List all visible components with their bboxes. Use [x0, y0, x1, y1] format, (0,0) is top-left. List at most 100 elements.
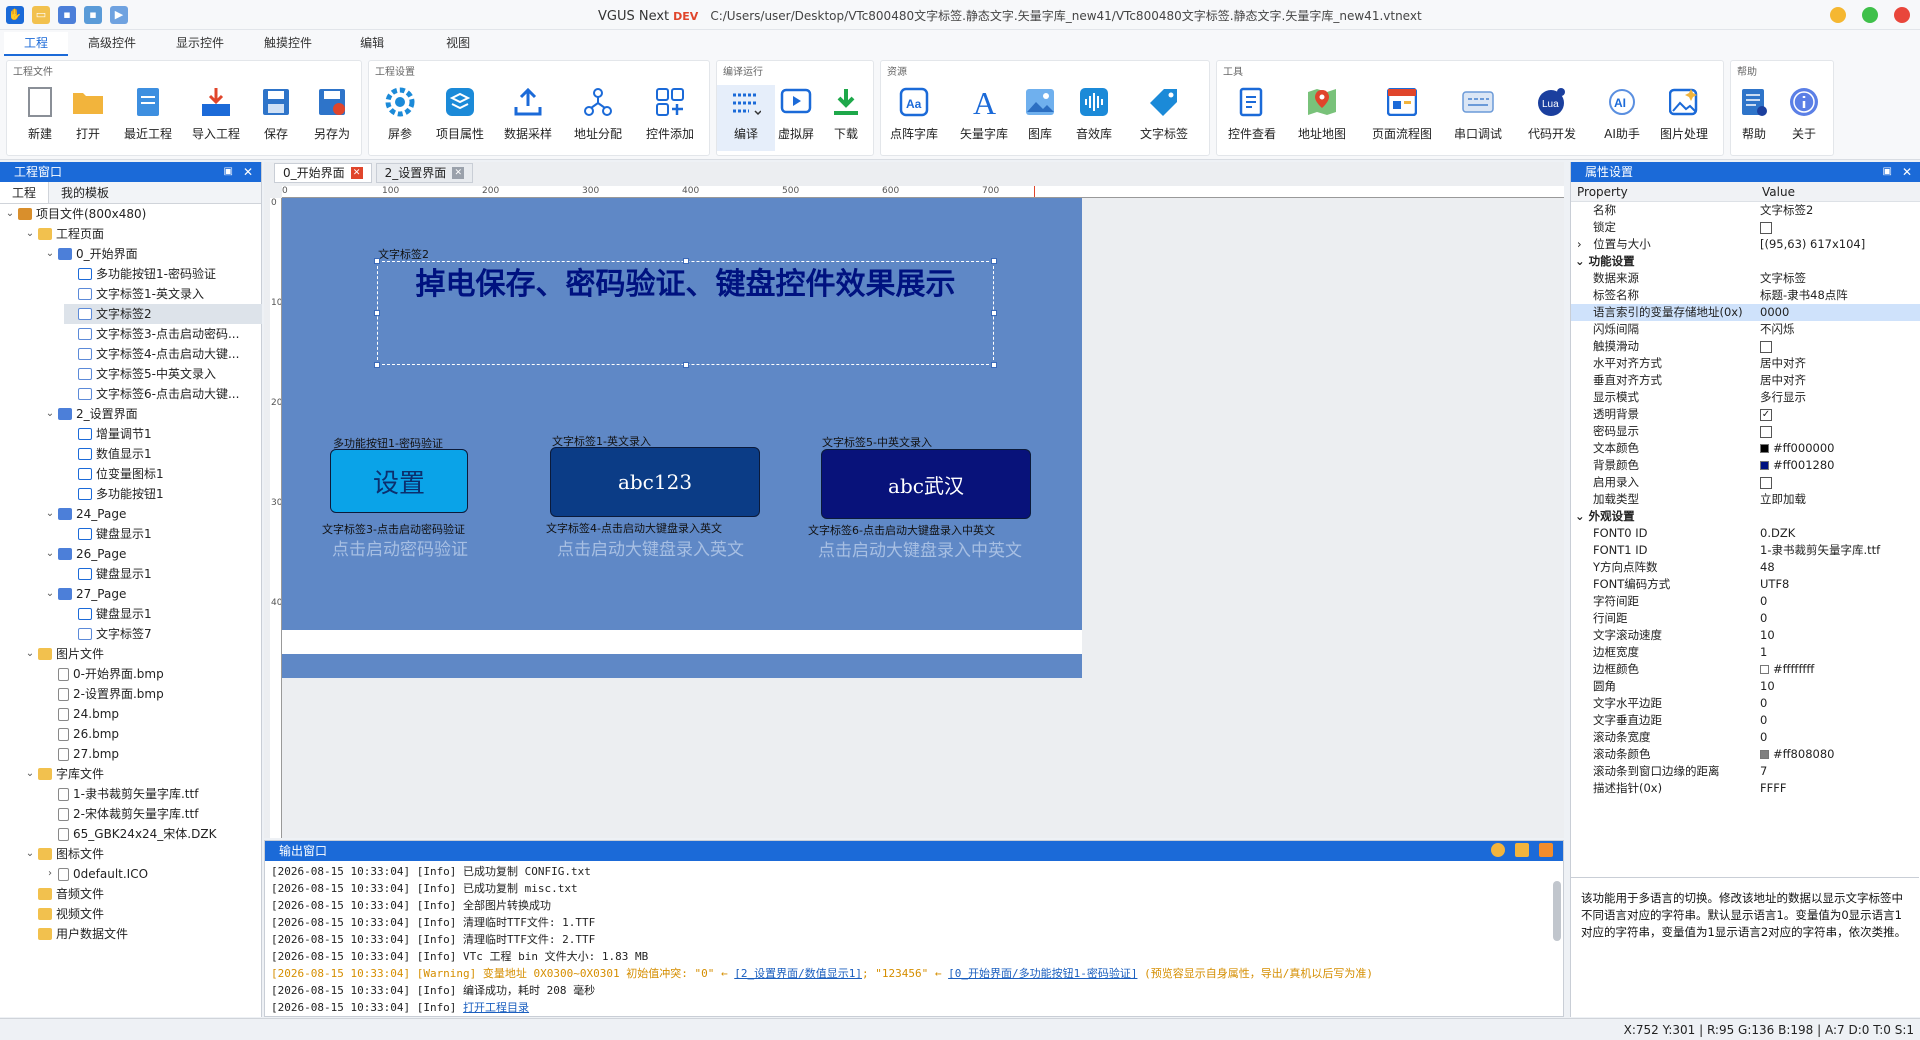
tree-item[interactable]: ⌄ 26_Page [44, 544, 262, 564]
property-checkbox[interactable] [1760, 340, 1772, 353]
clear-log-icon[interactable] [1539, 843, 1553, 857]
resize-handle[interactable] [991, 362, 997, 368]
tree-item[interactable]: 多功能按钮1 [64, 484, 262, 504]
settings-multi-button[interactable]: 设置 [330, 449, 468, 513]
open-button[interactable]: 打开 [59, 85, 117, 151]
tree-item[interactable]: 音频文件 [24, 884, 262, 904]
save-button[interactable]: 保存 [247, 85, 305, 151]
property-row[interactable]: FONT编码方式 UTF8 [1571, 576, 1920, 593]
save-icon[interactable]: ▪ [58, 5, 76, 24]
chevron-down-icon[interactable]: ⌄ [44, 404, 56, 424]
tree-item[interactable]: 数值显示1 [64, 444, 262, 464]
property-value[interactable]: FFFF [1756, 780, 1920, 797]
tree-item[interactable]: 文字标签4-点击启动大键... [64, 344, 262, 364]
property-value[interactable]: 多行显示 [1756, 389, 1920, 406]
property-value[interactable]: [(95,63) 617x104] [1756, 236, 1920, 253]
property-row[interactable]: 标签名称 标题-隶书48点阵 [1571, 287, 1920, 304]
gallery-button[interactable]: 图库 [1011, 85, 1069, 151]
property-value[interactable]: #ff808080 [1756, 746, 1920, 763]
property-row[interactable]: › 位置与大小 [(95,63) 617x104] [1571, 236, 1920, 253]
property-value[interactable]: 0.DZK [1756, 525, 1920, 542]
tree-item[interactable]: ⌄ 0_开始界面 [44, 244, 262, 264]
about-button[interactable]: 关于 [1775, 85, 1833, 151]
tree-item[interactable]: › 0default.ICO [44, 864, 262, 884]
property-row[interactable]: 密码显示 [1571, 423, 1920, 440]
property-value[interactable]: 48 [1756, 559, 1920, 576]
color-swatch[interactable] [1760, 461, 1769, 470]
property-value[interactable]: 0000 [1756, 304, 1920, 321]
tree-item[interactable]: ⌄ 27_Page [44, 584, 262, 604]
property-value[interactable]: 1-隶书裁剪矢量字库.ttf [1756, 542, 1920, 559]
tree-item[interactable]: 24.bmp [44, 704, 262, 724]
save-as-button[interactable]: 另存为 [303, 85, 361, 151]
tree-item[interactable]: 位变量图标1 [64, 464, 262, 484]
tab-edit[interactable]: 编辑 [332, 32, 412, 56]
property-value[interactable]: 不闪烁 [1756, 321, 1920, 338]
property-row[interactable]: 字符间距 0 [1571, 593, 1920, 610]
tree-item[interactable]: ⌄ 字库文件 [24, 764, 262, 784]
property-row[interactable]: 透明背景 ✓ [1571, 406, 1920, 423]
ai-assistant-button[interactable]: AI AI助手 [1593, 85, 1651, 151]
selection-box[interactable] [374, 258, 997, 368]
address-allocation-button[interactable]: 地址分配 [569, 85, 627, 151]
project-properties-button[interactable]: 项目属性 [431, 85, 489, 151]
chevron-down-icon[interactable]: ⌄ [44, 244, 56, 264]
tree-item[interactable]: 26.bmp [44, 724, 262, 744]
property-row[interactable]: 文字水平边距 0 [1571, 695, 1920, 712]
tree-item[interactable]: 文字标签5-中英文录入 [64, 364, 262, 384]
close-icon[interactable]: ✕ [1902, 162, 1912, 182]
tree-item[interactable]: 多功能按钮1-密码验证 [64, 264, 262, 284]
chinese-english-input-label[interactable]: abc武汉 [821, 449, 1031, 519]
tree-item[interactable]: 键盘显示1 [64, 564, 262, 584]
code-development-button[interactable]: Lua 代码开发 [1523, 85, 1581, 151]
tree-item[interactable]: 27.bmp [44, 744, 262, 764]
property-row[interactable]: 启用录入 [1571, 474, 1920, 491]
property-row[interactable]: 锁定 [1571, 219, 1920, 236]
resize-handle[interactable] [991, 310, 997, 316]
property-value[interactable]: 立即加载 [1756, 491, 1920, 508]
chevron-down-icon[interactable]: ⌄ [44, 504, 56, 524]
tree-item[interactable]: ⌄ 项目文件(800x480) [4, 204, 262, 224]
property-value[interactable]: 0 [1756, 593, 1920, 610]
subtab-my-templates[interactable]: 我的模板 [49, 182, 121, 203]
tree-item[interactable]: 65_GBK24x24_宋体.DZK [44, 824, 262, 844]
open-folder-icon[interactable]: ▭ [32, 5, 50, 24]
property-value[interactable] [1756, 338, 1920, 355]
property-value[interactable]: #ffffffff [1756, 661, 1920, 678]
color-swatch[interactable] [1760, 750, 1769, 759]
property-value[interactable]: ✓ [1756, 406, 1920, 423]
property-checkbox[interactable] [1760, 221, 1772, 234]
open-project-folder-link[interactable]: 打开工程目录 [463, 1001, 529, 1014]
property-row[interactable]: 数据来源 文字标签 [1571, 270, 1920, 287]
property-value[interactable]: 文字标签 [1756, 270, 1920, 287]
tree-item[interactable]: ⌄ 图标文件 [24, 844, 262, 864]
property-row[interactable]: 圆角 10 [1571, 678, 1920, 695]
property-value[interactable] [1756, 219, 1920, 236]
property-value[interactable] [1756, 474, 1920, 491]
tree-item[interactable]: 增量调节1 [64, 424, 262, 444]
property-value[interactable]: 0 [1756, 712, 1920, 729]
property-row[interactable]: 闪烁间隔 不闪烁 [1571, 321, 1920, 338]
property-value[interactable]: 1 [1756, 644, 1920, 661]
data-sampling-button[interactable]: 数据采样 [499, 85, 557, 151]
property-row[interactable]: 垂直对齐方式 居中对齐 [1571, 372, 1920, 389]
recent-projects-button[interactable]: 最近工程 [119, 85, 177, 151]
tree-item[interactable]: ⌄ 工程页面 [24, 224, 262, 244]
subtab-project[interactable]: 工程 [0, 182, 50, 203]
tree-item[interactable]: ⌄ 图片文件 [24, 644, 262, 664]
chevron-down-icon[interactable]: ⌄ [44, 544, 56, 564]
screen-params-button[interactable]: 屏参 [371, 85, 429, 151]
tab-project[interactable]: 工程 [4, 32, 69, 56]
property-checkbox[interactable] [1760, 476, 1772, 489]
pin-icon[interactable]: ▣ [1883, 162, 1892, 182]
hint-password-text[interactable]: 点击启动密码验证 [332, 535, 468, 560]
close-button[interactable] [1894, 7, 1910, 23]
property-row[interactable]: 边框宽度 1 [1571, 644, 1920, 661]
property-value[interactable] [1756, 423, 1920, 440]
property-value[interactable]: 10 [1756, 627, 1920, 644]
page-flowchart-button[interactable]: 页面流程图 [1372, 85, 1432, 151]
property-value[interactable]: 0 [1756, 729, 1920, 746]
copy-log-icon[interactable] [1515, 843, 1529, 857]
property-value[interactable]: #ff000000 [1756, 440, 1920, 457]
property-row[interactable]: 背景颜色 #ff001280 [1571, 457, 1920, 474]
